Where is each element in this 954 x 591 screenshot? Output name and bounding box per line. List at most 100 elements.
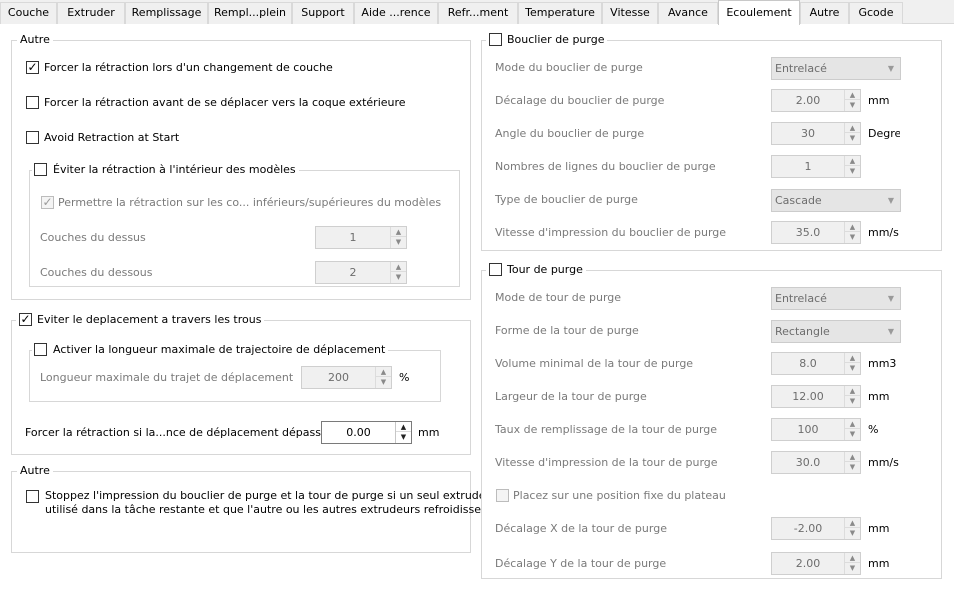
shield-type-select[interactable]: Cascade ▼ — [771, 189, 901, 212]
chevron-down-icon: ▼ — [887, 294, 894, 303]
tower-x-offset-value: -2.00 — [793, 522, 823, 535]
tower-shape-select[interactable]: Rectangle ▼ — [771, 320, 901, 343]
arrow-up-icon[interactable]: ▲ — [845, 353, 860, 363]
tab-remplissage[interactable]: Remplissage — [125, 2, 208, 24]
tab-rempl-plein[interactable]: Rempl...plein — [208, 2, 292, 24]
arrow-up-icon[interactable]: ▲ — [845, 156, 860, 166]
max-length-stepper[interactable]: 200 ▲ ▼ — [301, 366, 392, 389]
arrow-down-icon[interactable]: ▼ — [845, 528, 860, 538]
stop-shield-checkbox[interactable] — [26, 490, 39, 503]
shield-offset-stepper[interactable]: 2.00 ▲ ▼ — [771, 89, 861, 112]
shield-mode-value: Entrelacé — [775, 62, 827, 75]
arrow-up-icon[interactable]: ▲ — [845, 90, 860, 100]
force-retract-layer-checkbox[interactable]: ✓ — [26, 60, 39, 74]
stepper-arrows: ▲ ▼ — [844, 123, 860, 144]
arrow-up-icon[interactable]: ▲ — [845, 452, 860, 462]
shield-speed-stepper[interactable]: 35.0 ▲ ▼ — [771, 221, 861, 244]
bottom-layers-stepper[interactable]: 2 ▲ ▼ — [315, 261, 407, 284]
shield-mode-select[interactable]: Entrelacé ▼ — [771, 57, 901, 80]
arrow-up-icon[interactable]: ▲ — [396, 422, 411, 432]
shield-type-label: Type de bouclier de purge — [495, 193, 638, 206]
tab-ecoulement[interactable]: Ecoulement — [718, 0, 800, 25]
tab-autre[interactable]: Autre — [800, 2, 849, 24]
arrow-up-icon[interactable]: ▲ — [376, 367, 391, 377]
max-travel-checkbox[interactable] — [34, 343, 47, 356]
arrow-down-icon[interactable]: ▼ — [845, 133, 860, 143]
tab-support[interactable]: Support — [292, 2, 354, 24]
tab-couche[interactable]: Couche — [0, 2, 57, 24]
arrow-down-icon[interactable]: ▼ — [845, 396, 860, 406]
shield-lines-stepper[interactable]: 1 ▲ ▼ — [771, 155, 861, 178]
tower-infill-label: Taux de remplissage de la tour de purge — [495, 423, 718, 436]
tower-mode-select[interactable]: Entrelacé ▼ — [771, 287, 901, 310]
tower-volume-unit: mm3 — [868, 357, 897, 370]
tab-extruder[interactable]: Extruder — [57, 2, 125, 24]
force-retract-outer-checkbox[interactable] — [26, 96, 39, 109]
stepper-arrows: ▲ ▼ — [844, 553, 860, 574]
shield-lines-value: 1 — [804, 160, 812, 173]
tower-checkbox[interactable] — [489, 263, 502, 276]
fixed-position-checkbox[interactable] — [496, 489, 509, 502]
arrow-up-icon[interactable]: ▲ — [845, 386, 860, 396]
top-layers-value: 1 — [349, 231, 357, 244]
tab-bar: Couche Extruder Remplissage Rempl...plei… — [0, 0, 954, 25]
arrow-down-icon[interactable]: ▼ — [396, 432, 411, 442]
allow-retract-checkbox[interactable]: ✓ — [41, 195, 54, 209]
tower-y-offset-unit: mm — [868, 557, 890, 570]
tower-infill-unit: % — [868, 423, 879, 436]
avoid-retract-start-checkbox[interactable] — [26, 131, 39, 144]
tab-vitesse[interactable]: Vitesse — [602, 2, 658, 24]
stepper-arrows: ▲ ▼ — [844, 90, 860, 111]
shield-checkbox[interactable] — [489, 33, 502, 46]
tab-aide-reference[interactable]: Aide ...rence — [354, 2, 438, 24]
tab-refroidissement[interactable]: Refr...ment — [438, 2, 518, 24]
tower-volume-stepper[interactable]: 8.0 ▲ ▼ — [771, 352, 861, 375]
arrow-down-icon[interactable]: ▼ — [845, 462, 860, 472]
tower-width-stepper[interactable]: 12.00 ▲ ▼ — [771, 385, 861, 408]
tower-volume-label: Volume minimal de la tour de purge — [495, 357, 694, 370]
tower-x-offset-stepper[interactable]: -2.00 ▲ ▼ — [771, 517, 861, 540]
arrow-down-icon[interactable]: ▼ — [845, 429, 860, 439]
arrow-up-icon[interactable]: ▲ — [845, 518, 860, 528]
arrow-down-icon[interactable]: ▼ — [845, 232, 860, 242]
avoid-holes-checkbox[interactable]: ✓ — [19, 312, 32, 326]
tab-avance[interactable]: Avance — [658, 2, 718, 24]
tower-speed-unit: mm/s — [868, 456, 899, 469]
arrow-up-icon[interactable]: ▲ — [845, 222, 860, 232]
shield-offset-value: 2.00 — [795, 94, 821, 107]
arrow-down-icon[interactable]: ▼ — [845, 363, 860, 373]
tab-gcode[interactable]: Gcode — [849, 2, 903, 24]
avoid-retract-inside-checkbox[interactable] — [34, 163, 47, 176]
force-retract-outer-label: Forcer la rétraction avant de se déplace… — [44, 96, 406, 109]
shield-angle-stepper[interactable]: 30 ▲ ▼ — [771, 122, 861, 145]
tower-speed-stepper[interactable]: 30.0 ▲ ▼ — [771, 451, 861, 474]
group-autre-title: Autre — [17, 33, 53, 47]
arrow-down-icon[interactable]: ▼ — [845, 100, 860, 110]
arrow-down-icon[interactable]: ▼ — [391, 272, 406, 282]
max-length-value: 200 — [328, 371, 349, 384]
tower-y-offset-stepper[interactable]: 2.00 ▲ ▼ — [771, 552, 861, 575]
tower-mode-label: Mode de tour de purge — [495, 291, 622, 304]
stepper-arrows: ▲ ▼ — [844, 156, 860, 177]
tower-infill-stepper[interactable]: 100 ▲ ▼ — [771, 418, 861, 441]
chevron-down-icon: ▼ — [887, 327, 894, 336]
chevron-down-icon: ▼ — [887, 64, 894, 73]
arrow-down-icon[interactable]: ▼ — [376, 377, 391, 387]
arrow-up-icon[interactable]: ▲ — [391, 227, 406, 237]
avoid-retract-inside-label: Éviter la rétraction à l'intérieur des m… — [53, 163, 296, 176]
tower-speed-value: 30.0 — [795, 456, 821, 469]
tower-shape-label: Forme de la tour de purge — [495, 324, 639, 337]
arrow-up-icon[interactable]: ▲ — [845, 419, 860, 429]
stepper-arrows: ▲ ▼ — [375, 367, 391, 388]
top-layers-stepper[interactable]: 1 ▲ ▼ — [315, 226, 407, 249]
arrow-up-icon[interactable]: ▲ — [845, 553, 860, 563]
arrow-down-icon[interactable]: ▼ — [845, 166, 860, 176]
tab-temperature[interactable]: Temperature — [518, 2, 602, 24]
tower-width-label: Largeur de la tour de purge — [495, 390, 647, 403]
arrow-down-icon[interactable]: ▼ — [391, 237, 406, 247]
max-length-unit: % — [399, 371, 410, 384]
arrow-down-icon[interactable]: ▼ — [845, 563, 860, 573]
arrow-up-icon[interactable]: ▲ — [845, 123, 860, 133]
arrow-up-icon[interactable]: ▲ — [391, 262, 406, 272]
force-retract-dist-stepper[interactable]: 0.00 ▲ ▼ — [321, 421, 412, 444]
